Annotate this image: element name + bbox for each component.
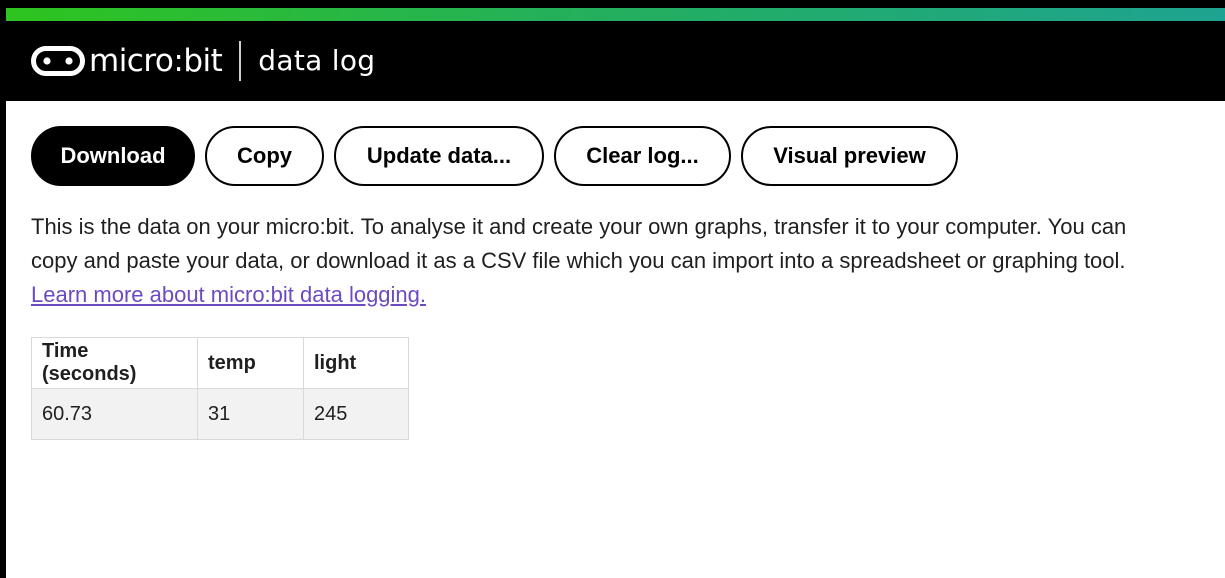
description-body: This is the data on your micro:bit. To a… bbox=[31, 214, 1127, 273]
learn-more-link[interactable]: Learn more about micro:bit data logging. bbox=[31, 282, 426, 307]
visual-preview-button[interactable]: Visual preview bbox=[741, 126, 958, 186]
update-data-button[interactable]: Update data... bbox=[334, 126, 544, 186]
action-toolbar: Download Copy Update data... Clear log..… bbox=[31, 126, 958, 186]
microbit-face-icon bbox=[31, 46, 85, 76]
table-header-row: Time (seconds) temp light bbox=[31, 337, 409, 389]
app-header: micro:bit data log bbox=[6, 21, 1225, 101]
column-header-time: Time (seconds) bbox=[31, 337, 198, 389]
download-button[interactable]: Download bbox=[31, 126, 195, 186]
copy-button[interactable]: Copy bbox=[205, 126, 324, 186]
app-title: data log bbox=[258, 44, 376, 77]
clear-log-button[interactable]: Clear log... bbox=[554, 126, 731, 186]
logo-wordmark: micro:bit bbox=[89, 42, 223, 79]
top-strip bbox=[6, 0, 1225, 8]
cell-light: 245 bbox=[303, 388, 409, 440]
description-text: This is the data on your micro:bit. To a… bbox=[31, 210, 1151, 312]
header-divider bbox=[239, 41, 242, 81]
page: micro:bit data log Download Copy Update … bbox=[0, 0, 1225, 578]
column-header-light: light bbox=[303, 337, 409, 389]
brand-gradient-bar bbox=[6, 8, 1225, 21]
data-log-table: Time (seconds) temp light 60.73 31 245 bbox=[31, 337, 409, 440]
column-header-temp: temp bbox=[197, 337, 304, 389]
microbit-logo[interactable]: micro:bit bbox=[31, 41, 223, 81]
cell-temp: 31 bbox=[197, 388, 304, 440]
table-row: 60.73 31 245 bbox=[31, 388, 409, 440]
cell-time: 60.73 bbox=[31, 388, 198, 440]
